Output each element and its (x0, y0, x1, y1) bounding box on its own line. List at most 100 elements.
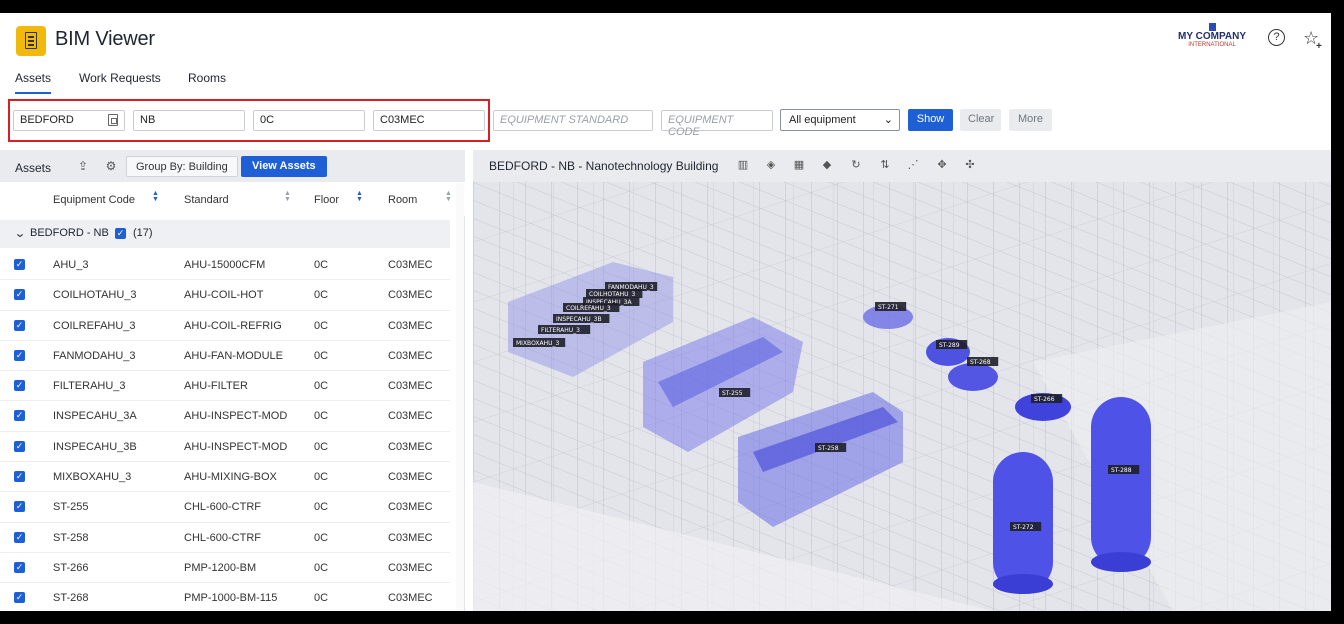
sort-icon[interactable]: ▲ ▼ (284, 190, 291, 203)
star-add-icon[interactable]: ☆ + (1303, 27, 1325, 52)
equipment-label[interactable]: COILREFAHU_3 (563, 303, 620, 312)
equipment-label[interactable]: COILHOTAHU_3 (586, 289, 643, 298)
cell-standard: AHU-INSPECT-MOD (184, 410, 288, 423)
share-icon[interactable]: ⋰ (906, 158, 920, 172)
table-row[interactable]: ✓ ST-258 CHL-600-CTRF 0C C03MEC (0, 523, 450, 553)
table-row[interactable]: ✓ ST-266 PMP-1200-BM 0C C03MEC (0, 553, 450, 584)
table-row[interactable]: ✓ FILTERAHU_3 AHU-FILTER 0C C03MEC (0, 371, 450, 402)
row-checkbox[interactable]: ✓ (14, 319, 25, 331)
row-checkbox[interactable]: ✓ (14, 561, 25, 573)
cell-equipment-code: INSPECAHU_3B (53, 440, 137, 453)
table-row[interactable]: ✓ FANMODAHU_3 AHU-FAN-MODULE 0C C03MEC (0, 341, 450, 372)
building-icon[interactable]: ▥ (736, 158, 750, 172)
cell-standard: AHU-COIL-REFRIG (184, 319, 282, 332)
equipment-label[interactable]: INSPECAHU_3B (553, 314, 610, 323)
equipment-standard-field[interactable]: EQUIPMENT STANDARD (493, 110, 653, 131)
table-row[interactable]: ✓ COILHOTAHU_3 AHU-COIL-HOT 0C C03MEC (0, 280, 450, 311)
model-canvas[interactable]: FANMODAHU_3 COILHOTAHU_3 INSPECAHU_3A COILR… (473, 182, 1331, 611)
explode-icon[interactable]: ✥ (935, 158, 949, 172)
equipment-label[interactable]: ST-258 (815, 443, 847, 452)
company-building-icon (1208, 23, 1216, 31)
filter-icon[interactable]: ⇅ (878, 158, 892, 172)
equipment-type-select[interactable]: All equipment ⌄ (780, 109, 900, 131)
table-row[interactable]: ✓ INSPECAHU_3B AHU-INSPECT-MOD 0C C03MEC (0, 432, 450, 463)
cell-floor: 0C (314, 440, 329, 453)
chevron-down-icon[interactable]: ⌄ (14, 226, 26, 240)
layers-icon[interactable]: ◈ (764, 158, 778, 172)
row-checkbox[interactable]: ✓ (14, 501, 25, 513)
equipment-label[interactable]: MIXBOXAHU_3 (513, 338, 566, 347)
cell-standard: PMP-1200-BM (184, 561, 257, 574)
table-row[interactable]: ✓ AHU_3 AHU-15000CFM 0C C03MEC (0, 250, 450, 281)
clear-button[interactable]: Clear (960, 109, 1001, 131)
floor-field[interactable]: 0C (253, 110, 365, 131)
sort-icon[interactable]: ▲ ▼ (356, 190, 363, 203)
gear-icon[interactable]: ⚙ (104, 159, 118, 173)
row-checkbox[interactable]: ✓ (14, 259, 25, 270)
svg-text:ST-288: ST-288 (1111, 467, 1132, 474)
column-standard[interactable]: Standard (184, 194, 229, 206)
more-button[interactable]: More (1009, 109, 1052, 131)
row-checkbox[interactable]: ✓ (14, 349, 25, 361)
row-checkbox[interactable]: ✓ (14, 440, 25, 452)
room-value: C03MEC (380, 114, 425, 126)
tag-icon[interactable]: ◆ (820, 158, 834, 172)
equipment-label[interactable]: ST-289 (936, 340, 968, 349)
assets-panel: Assets ⇪ ⚙ Group By: Building View Asset… (0, 150, 465, 611)
equipment-label[interactable]: ST-271 (875, 302, 907, 311)
sort-icon[interactable]: ▲ ▼ (152, 190, 159, 203)
export-icon[interactable]: ⇪ (76, 159, 90, 173)
group-by-button[interactable]: Group By: Building (126, 156, 238, 177)
row-checkbox[interactable]: ✓ (14, 380, 25, 392)
table-row[interactable]: ✓ INSPECAHU_3A AHU-INSPECT-MOD 0C C03MEC (0, 401, 450, 432)
show-button[interactable]: Show (908, 109, 953, 131)
app-title: BIM Viewer (55, 28, 155, 50)
group-row[interactable]: ⌄ BEDFORD - NB ✓ (17) (0, 220, 450, 248)
app-header: BIM Viewer MY COMPANY INTERNATIONAL ? ☆ + (0, 13, 1331, 65)
svg-text:ST-255: ST-255 (722, 390, 743, 397)
equipment-label[interactable]: ST-266 (1031, 394, 1063, 403)
column-room[interactable]: Room (388, 194, 417, 206)
table-row[interactable]: ✓ ST-255 CHL-600-CTRF 0C C03MEC (0, 492, 450, 523)
company-subtitle: INTERNATIONAL (1188, 42, 1236, 48)
equipment-label[interactable]: ST-272 (1010, 522, 1042, 531)
equipment-label[interactable]: FILTERAHU_3 (538, 325, 591, 334)
row-checkbox[interactable]: ✓ (14, 531, 25, 543)
calendar-icon[interactable] (108, 114, 118, 126)
company-name: MY COMPANY (1178, 31, 1246, 42)
refresh-icon[interactable]: ↻ (849, 158, 863, 172)
assets-panel-title: Assets (15, 161, 52, 175)
bim-model-render[interactable]: FANMODAHU_3COILHOTAHU_3INSPECAHU_3ACOILR… (473, 182, 1331, 611)
room-field[interactable]: C03MEC (373, 110, 485, 131)
equipment-code-field[interactable]: EQUIPMENT CODE (661, 110, 773, 138)
table-row[interactable]: ✓ COILREFAHU_3 AHU-COIL-REFRIG 0C C03MEC (0, 311, 450, 341)
grid-icon[interactable]: ▦ (792, 158, 806, 172)
column-floor[interactable]: Floor (314, 194, 339, 206)
equipment-label[interactable]: ST-288 (1108, 465, 1140, 474)
cell-equipment-code: ST-266 (53, 561, 89, 574)
tab-rooms[interactable]: Rooms (188, 71, 226, 92)
site-field[interactable]: BEDFORD (13, 110, 125, 131)
row-checkbox[interactable]: ✓ (14, 410, 25, 422)
table-row[interactable]: ✓ MIXBOXAHU_3 AHU-MIXING-BOX 0C C03MEC (0, 462, 450, 493)
row-checkbox[interactable]: ✓ (14, 592, 25, 604)
main-tabs: Assets Work Requests Rooms (0, 65, 1331, 95)
group-checkbox[interactable]: ✓ (115, 228, 126, 239)
equipment-label[interactable]: ST-255 (719, 388, 751, 397)
column-equipment-code[interactable]: Equipment Code (53, 194, 135, 206)
svg-text:ST-271: ST-271 (878, 304, 899, 311)
building-field[interactable]: NB (133, 110, 245, 131)
view-assets-button[interactable]: View Assets (241, 156, 327, 177)
tab-work-requests[interactable]: Work Requests (79, 71, 161, 92)
table-row[interactable]: ✓ ST-268 PMP-1000-BM-115 0C C03MEC (0, 583, 450, 611)
cell-room: C03MEC (388, 380, 433, 393)
row-checkbox[interactable]: ✓ (14, 471, 25, 483)
scrollbar[interactable] (456, 182, 464, 611)
row-checkbox[interactable]: ✓ (14, 289, 25, 301)
move-icon[interactable]: ✣ (963, 158, 977, 172)
help-icon[interactable]: ? (1268, 29, 1285, 46)
equipment-label[interactable]: ST-268 (967, 357, 999, 366)
sort-icon[interactable]: ▲ ▼ (445, 190, 452, 203)
tab-assets[interactable]: Assets (15, 71, 52, 94)
cell-floor: 0C (314, 592, 329, 605)
